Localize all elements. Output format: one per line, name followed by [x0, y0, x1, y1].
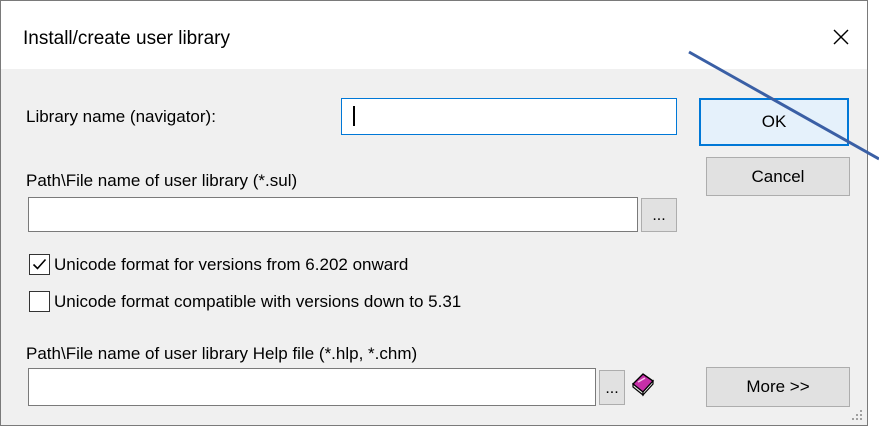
unicode-new-format-label: Unicode format for versions from 6.202 o…	[54, 254, 409, 274]
unicode-new-format-checkbox[interactable]	[29, 254, 50, 275]
unicode-compat-format-checkbox[interactable]	[29, 291, 50, 312]
help-file-path-label: Path\File name of user library Help file…	[26, 344, 418, 363]
close-button[interactable]	[821, 17, 861, 57]
path-file-name-label: Path\File name of user library (*.sul)	[26, 171, 298, 190]
dotted-divider	[0, 432, 879, 434]
help-book-icon[interactable]	[629, 370, 657, 398]
install-user-library-dialog: Install/create user library Library name…	[0, 0, 868, 426]
browse-help-file-button[interactable]: ...	[599, 370, 625, 405]
text-caret	[353, 106, 355, 126]
library-name-label: Library name (navigator):	[26, 107, 216, 126]
unicode-compat-format-option[interactable]: Unicode format compatible with versions …	[29, 291, 461, 312]
resize-grip-icon[interactable]	[849, 407, 863, 421]
browse-path-button[interactable]: ...	[641, 198, 677, 232]
help-file-path-field-box[interactable]	[28, 368, 596, 406]
checkmark-icon	[32, 258, 47, 270]
unicode-new-format-option[interactable]: Unicode format for versions from 6.202 o…	[29, 254, 408, 275]
path-file-name-input[interactable]	[29, 198, 637, 231]
cancel-button[interactable]: Cancel	[706, 157, 850, 196]
unicode-compat-format-label: Unicode format compatible with versions …	[54, 291, 462, 311]
library-name-input[interactable]	[342, 99, 676, 134]
path-file-name-field-box[interactable]	[28, 197, 638, 232]
close-icon	[833, 29, 849, 45]
dialog-title: Install/create user library	[23, 28, 230, 49]
library-name-field-box[interactable]	[341, 98, 677, 135]
help-file-path-input[interactable]	[29, 369, 595, 405]
ok-button[interactable]: OK	[699, 98, 849, 146]
title-bar: Install/create user library	[1, 1, 867, 69]
more-button[interactable]: More >>	[706, 367, 850, 407]
